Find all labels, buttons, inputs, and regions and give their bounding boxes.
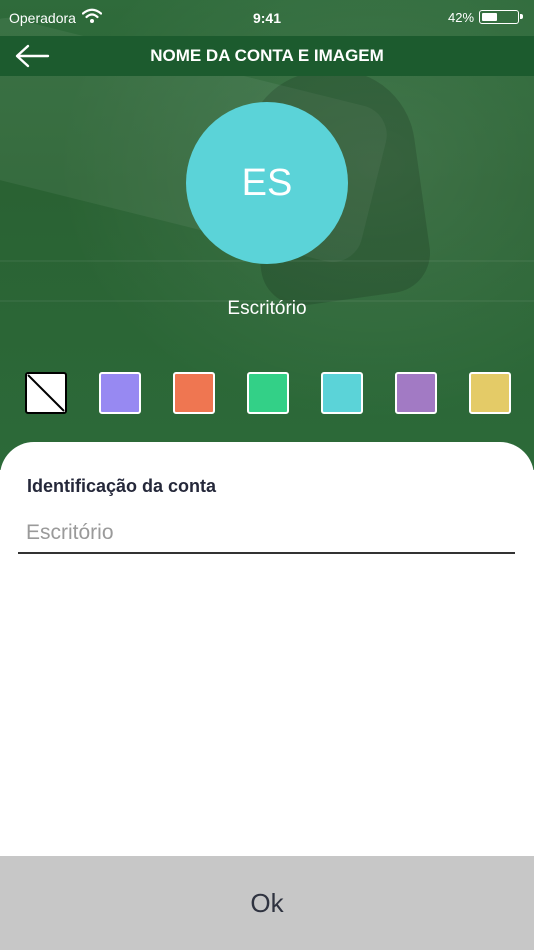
ok-button[interactable]: Ok: [0, 856, 534, 950]
account-identification-label: Identificação da conta: [27, 476, 217, 496]
color-swatch-purple[interactable]: [395, 372, 437, 414]
status-bar: Operadora 9:41 42%: [0, 0, 534, 36]
avatar-initials: ES: [241, 161, 293, 204]
battery-fill: [482, 13, 497, 21]
avatar: ES: [186, 102, 348, 264]
color-swatch-orange[interactable]: [173, 372, 215, 414]
no-color-icon: [27, 374, 65, 412]
back-button[interactable]: [10, 36, 54, 76]
battery-icon: [479, 10, 523, 24]
battery-nub: [520, 14, 523, 19]
color-swatch-green[interactable]: [247, 372, 289, 414]
color-picker: [0, 372, 534, 416]
color-swatch-cyan[interactable]: [321, 372, 363, 414]
page-title: NOME DA CONTA E IMAGEM: [150, 46, 384, 65]
color-swatch-lavender[interactable]: [99, 372, 141, 414]
account-name-label: Escritório: [227, 298, 307, 319]
ok-button-label: Ok: [250, 887, 284, 918]
color-swatch-none[interactable]: [25, 372, 67, 414]
navigation-bar: NOME DA CONTA E IMAGEM: [0, 36, 534, 76]
color-swatch-yellow[interactable]: [469, 372, 511, 414]
arrow-left-icon: [15, 44, 50, 68]
battery-percent: 42%: [448, 10, 475, 25]
form-panel: Identificação da conta: [0, 442, 534, 858]
account-name-input[interactable]: [18, 514, 515, 554]
